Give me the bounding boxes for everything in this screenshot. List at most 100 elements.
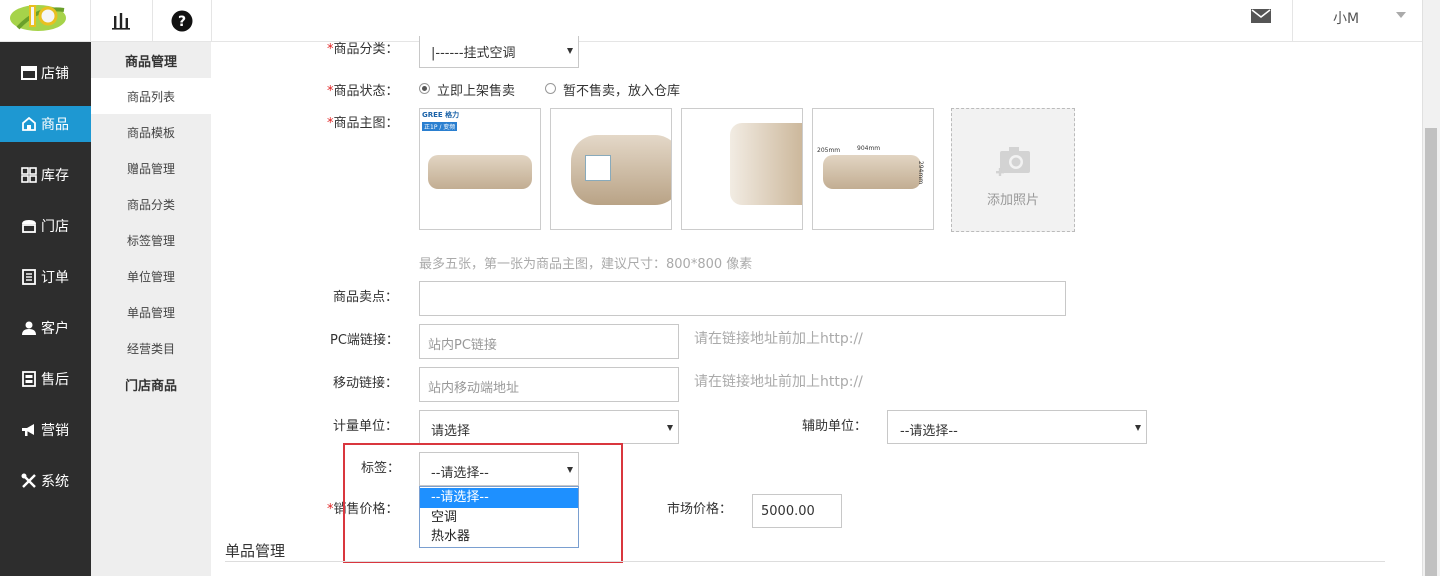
aux-unit-select[interactable]: --请选择-- xyxy=(887,410,1147,444)
image-hint: 最多五张，第一张为商品主图，建议尺寸：800*800 像素 xyxy=(419,257,753,272)
status-option-onsale[interactable]: 立即上架售卖 xyxy=(437,80,515,99)
scrollbar-thumb[interactable] xyxy=(1425,128,1437,576)
chevron-down-icon xyxy=(667,425,673,431)
pc-link-hint: 请在链接地址前加上http:// xyxy=(694,331,863,347)
unit-select-value: 请选择 xyxy=(431,424,471,439)
subnav-header-goods: 商品管理 xyxy=(124,54,177,70)
brand-logo-text: GREE 格力 xyxy=(422,111,460,119)
sidebar-item-label: 营销 xyxy=(41,423,69,439)
main-image-label: *商品主图： xyxy=(327,116,399,131)
sidebar-item-order[interactable]: 订单 xyxy=(0,259,91,295)
status-option-warehouse[interactable]: 暂不售卖，放入仓库 xyxy=(563,80,680,99)
sub-nav: 商品管理 商品列表 商品模板 赠品管理 商品分类 标签管理 单位管理 单品管理 … xyxy=(91,42,211,576)
sidebar-item-label: 系统 xyxy=(41,474,69,490)
subnav-item-goods-template[interactable]: 商品模板 xyxy=(91,114,211,150)
logo[interactable] xyxy=(8,0,70,34)
sidebar-item-label: 客户 xyxy=(41,321,69,337)
add-photo-label: 添加照片 xyxy=(986,193,1039,208)
status-radio-warehouse[interactable] xyxy=(545,83,556,94)
bar-chart-icon[interactable] xyxy=(105,0,137,42)
mobile-link-input[interactable]: 站内移动端地址 xyxy=(419,367,679,402)
energy-label-image xyxy=(585,155,611,181)
highlight-box xyxy=(343,443,623,563)
subnav-item-category[interactable]: 商品分类 xyxy=(91,186,211,222)
subnav-item-gift[interactable]: 赠品管理 xyxy=(91,150,211,186)
sidebar-item-label: 订单 xyxy=(41,270,69,286)
chevron-down-icon xyxy=(1135,425,1141,431)
tools-icon xyxy=(21,473,37,489)
sidebar-item-marketing[interactable]: 营销 xyxy=(0,412,91,448)
store-icon xyxy=(21,65,37,81)
user-icon xyxy=(21,320,37,336)
sidebar-item-label: 库存 xyxy=(41,168,69,184)
sidebar-item-customer[interactable]: 客户 xyxy=(0,310,91,346)
market-price-label: 市场价格： xyxy=(667,502,733,517)
top-separator xyxy=(152,0,153,42)
sidebar-item-label: 门店 xyxy=(41,219,69,235)
category-select-value: |------挂式空调 xyxy=(431,46,516,61)
ac-unit-image xyxy=(428,155,532,189)
main-sidebar: 店铺 商品 库存 门店 订单 客户 售后 营销 系统 xyxy=(0,42,91,576)
goods-icon xyxy=(21,116,37,132)
pc-link-placeholder: 站内PC链接 xyxy=(428,338,497,353)
ac-unit-image xyxy=(730,123,802,205)
chevron-down-icon[interactable] xyxy=(1396,12,1406,18)
product-image-2[interactable] xyxy=(550,108,672,230)
product-image-1[interactable]: GREE 格力 正1P / 变频 xyxy=(419,108,541,230)
service-icon xyxy=(21,371,37,387)
market-price-input[interactable]: 5000.00 xyxy=(752,494,842,528)
subnav-item-unit[interactable]: 单位管理 xyxy=(91,258,211,294)
sidebar-item-label: 店铺 xyxy=(41,66,69,82)
status-label: *商品状态： xyxy=(327,84,399,99)
grid-icon xyxy=(21,167,37,183)
sidebar-item-inventory[interactable]: 库存 xyxy=(0,157,91,193)
dimension-height-label: 294mm xyxy=(917,160,925,185)
top-bar: ? 小M xyxy=(0,0,1422,42)
sidebar-item-goods[interactable]: 商品 xyxy=(0,106,91,142)
dimension-depth-label: 205mm xyxy=(817,147,841,154)
pc-link-input[interactable]: 站内PC链接 xyxy=(419,324,679,359)
subnav-item-sku[interactable]: 单品管理 xyxy=(91,294,211,330)
chevron-down-icon xyxy=(567,48,573,54)
aux-unit-select-value: --请选择-- xyxy=(900,424,958,439)
svg-text:?: ? xyxy=(178,14,186,30)
mobile-link-hint: 请在链接地址前加上http:// xyxy=(694,374,863,390)
mail-icon[interactable] xyxy=(1250,0,1272,37)
section-title: 单品管理 xyxy=(225,542,286,560)
category-label: *商品分类： xyxy=(327,42,399,57)
unit-label: 计量单位： xyxy=(333,419,399,434)
subnav-item-goods-list[interactable]: 商品列表 xyxy=(91,78,211,114)
user-name[interactable]: 小M xyxy=(1333,8,1359,28)
product-image-4[interactable]: 904mm 205mm 294mm xyxy=(812,108,934,230)
sidebar-item-store[interactable]: 店铺 xyxy=(0,55,91,91)
product-image-3[interactable] xyxy=(681,108,803,230)
mobile-link-label: 移动链接： xyxy=(333,376,399,391)
section-divider xyxy=(225,561,1385,562)
mobile-link-placeholder: 站内移动端地址 xyxy=(428,381,520,396)
aux-unit-label: 辅助单位： xyxy=(802,419,868,434)
status-radio-onsale[interactable] xyxy=(419,83,430,94)
unit-select[interactable]: 请选择 xyxy=(419,410,679,444)
sidebar-item-shop[interactable]: 门店 xyxy=(0,208,91,244)
sidebar-item-label: 售后 xyxy=(41,372,69,388)
top-separator xyxy=(1292,0,1293,42)
market-price-value: 5000.00 xyxy=(761,504,815,519)
selling-point-input[interactable] xyxy=(419,281,1066,316)
subnav-item-business-category[interactable]: 经营类目 xyxy=(91,330,211,366)
subnav-header-store-goods[interactable]: 门店商品 xyxy=(91,366,211,402)
camera-plus-icon xyxy=(996,147,1030,176)
top-separator xyxy=(211,0,212,42)
ac-unit-image xyxy=(823,155,921,189)
order-icon xyxy=(21,269,37,285)
help-icon[interactable]: ? xyxy=(168,0,196,42)
sidebar-item-system[interactable]: 系统 xyxy=(0,463,91,499)
dimension-width-label: 904mm xyxy=(857,145,881,152)
sidebar-item-aftersale[interactable]: 售后 xyxy=(0,361,91,397)
add-photo-button[interactable]: 添加照片 xyxy=(951,108,1075,232)
megaphone-icon xyxy=(21,422,37,438)
pc-link-label: PC端链接： xyxy=(330,333,399,348)
product-badge: 正1P / 变频 xyxy=(422,122,458,131)
subnav-item-tag[interactable]: 标签管理 xyxy=(91,222,211,258)
top-separator xyxy=(90,0,91,42)
category-select[interactable]: |------挂式空调 xyxy=(419,36,579,68)
